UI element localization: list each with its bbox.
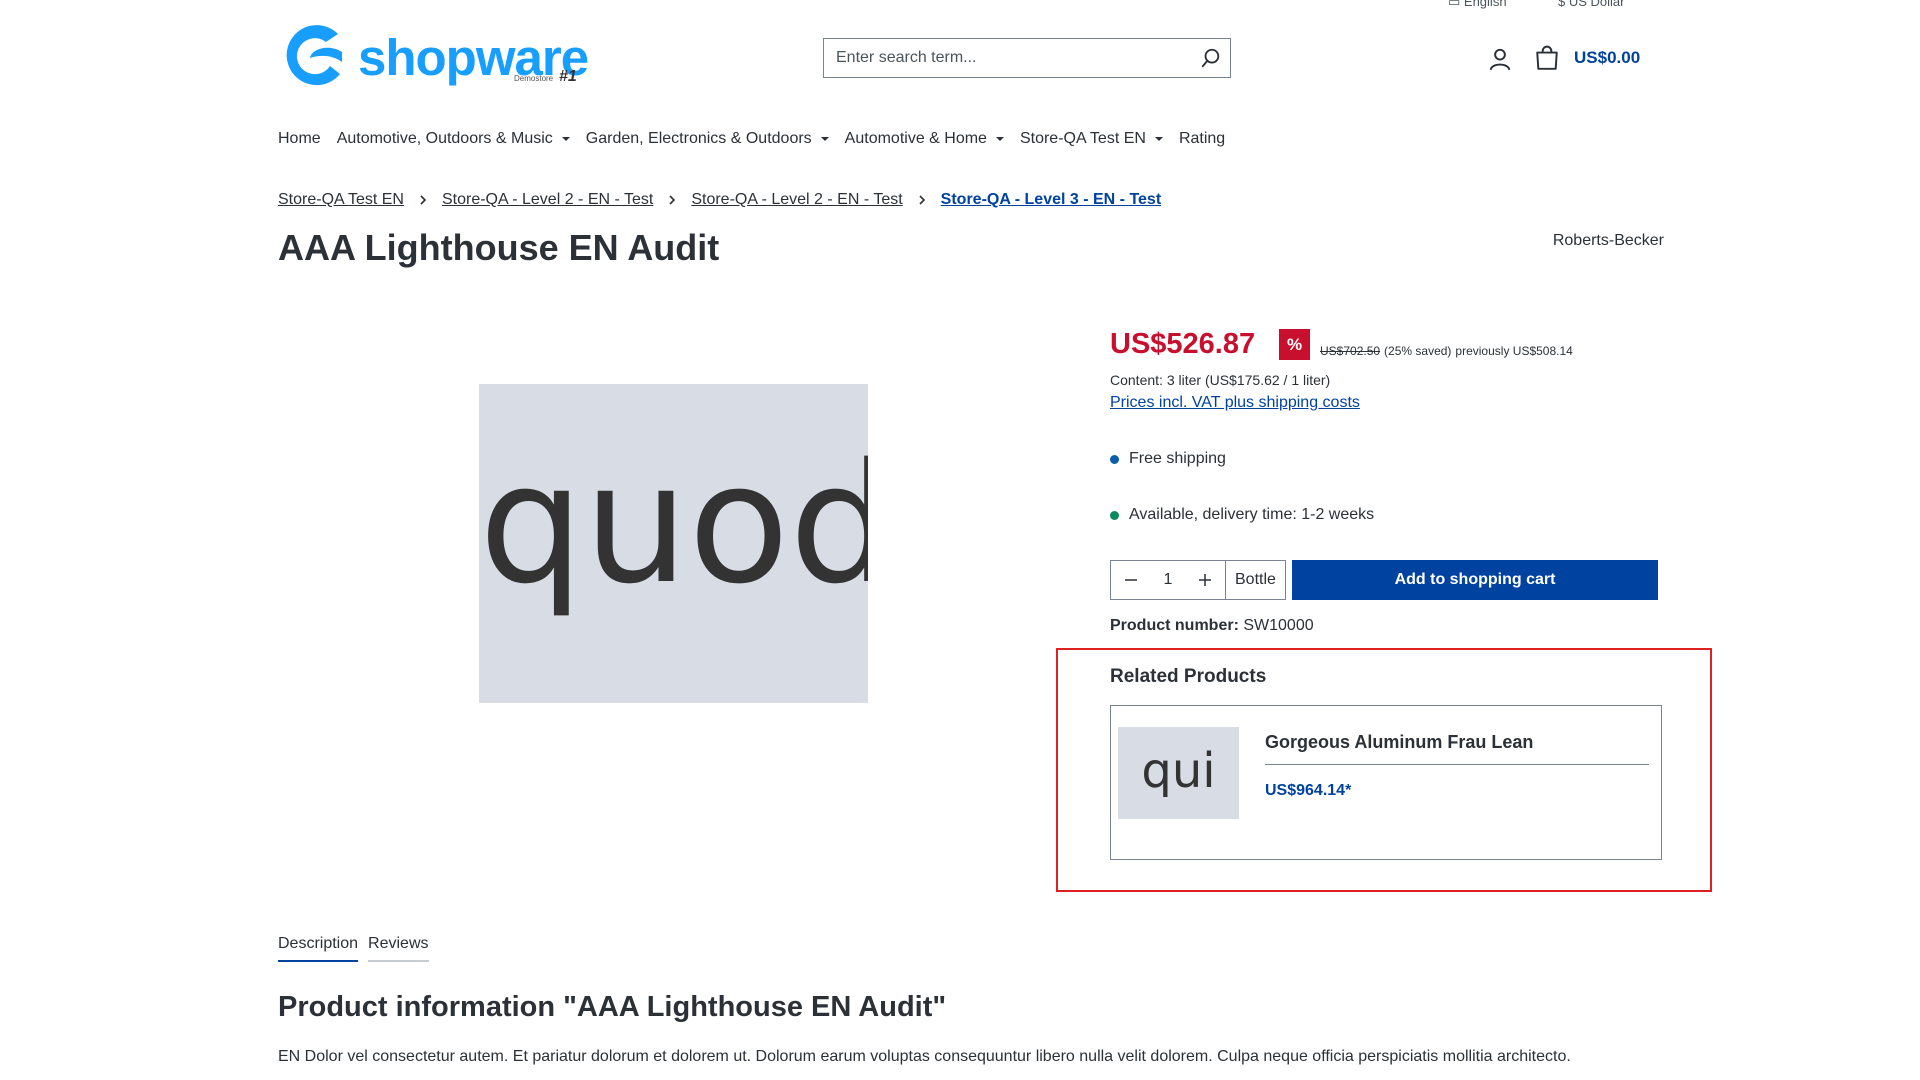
- chevron-right-icon: [669, 195, 676, 205]
- caret-down-icon: [995, 137, 1004, 141]
- chevron-right-icon: [919, 195, 925, 205]
- nav-label: Garden, Electronics & Outdoors: [585, 130, 812, 147]
- currency-selector[interactable]: $ US Dollar: [1558, 0, 1624, 9]
- breadcrumb-link[interactable]: Store-QA - Level 2 - EN - Test: [691, 191, 902, 209]
- content-info: Content: 3 liter (US$175.62 / 1 liter): [1110, 372, 1331, 388]
- account-icon[interactable]: [1487, 46, 1513, 72]
- search-icon[interactable]: [1200, 47, 1222, 69]
- product-number-label: Product number:: [1110, 617, 1239, 634]
- currency-icon: $: [1558, 0, 1569, 9]
- quantity-input[interactable]: [1151, 561, 1185, 599]
- currency-label: US Dollar: [1568, 0, 1625, 9]
- shipping-dot-icon: [1110, 454, 1119, 464]
- free-shipping-info: Free shipping: [1110, 450, 1226, 468]
- vat-shipping-link[interactable]: Prices incl. VAT plus shipping costs: [1110, 394, 1360, 412]
- nav-label: Automotive & Home: [844, 130, 987, 147]
- product-price: US$526.87: [1110, 328, 1256, 360]
- nav-item-automotive-home[interactable]: Automotive & Home: [845, 130, 1004, 148]
- language-selector[interactable]: ▭ English: [1448, 0, 1507, 10]
- nav-item-rating[interactable]: Rating: [1179, 130, 1225, 148]
- logo-subtitle: Demostore: [514, 74, 554, 83]
- related-product-name[interactable]: Gorgeous Aluminum Frau Lean: [1265, 732, 1533, 753]
- shopping-bag-icon: [1536, 45, 1558, 70]
- related-product-card[interactable]: qui Gorgeous Aluminum Frau Lean US$964.1…: [1110, 705, 1662, 860]
- tab-reviews[interactable]: Reviews: [368, 935, 429, 962]
- product-image[interactable]: quod: [479, 384, 868, 703]
- nav-item-home[interactable]: Home: [278, 130, 321, 148]
- breadcrumb-link[interactable]: Store-QA - Level 2 - EN - Test: [442, 191, 653, 209]
- delivery-label: Available, delivery time: 1-2 weeks: [1129, 506, 1375, 523]
- logo-number: #1: [559, 68, 577, 85]
- related-products-title: Related Products: [1110, 666, 1267, 687]
- nav-label: Home: [278, 130, 321, 147]
- search-box: [823, 38, 1231, 78]
- product-number-value: SW10000: [1243, 617, 1314, 634]
- related-product-price: US$964.14*: [1265, 782, 1352, 799]
- main-navigation: Home Automotive, Outdoors & Music Garden…: [278, 130, 1241, 148]
- increase-quantity-button[interactable]: [1185, 561, 1225, 599]
- related-product-image[interactable]: qui: [1118, 727, 1239, 819]
- nav-label: Automotive, Outdoors & Music: [336, 130, 553, 147]
- decrease-quantity-button[interactable]: [1111, 561, 1151, 599]
- breadcrumb-link[interactable]: Store-QA Test EN: [278, 191, 404, 209]
- divider: [1265, 764, 1649, 765]
- shopware-logo-icon: [286, 25, 342, 86]
- product-number: Product number: SW10000: [1110, 617, 1314, 635]
- shop-logo[interactable]: shopware Demostore #1: [282, 20, 589, 90]
- nav-label: Store-QA Test EN: [1019, 130, 1146, 147]
- list-price: US$702.50: [1320, 344, 1381, 358]
- available-dot-icon: [1110, 510, 1119, 520]
- caret-down-icon: [561, 137, 570, 141]
- product-image-text: quod: [479, 428, 868, 620]
- tab-description[interactable]: Description: [278, 935, 359, 962]
- discount-badge: %: [1279, 329, 1310, 360]
- plus-icon: [1199, 574, 1211, 586]
- product-tabs: Description Reviews: [278, 935, 429, 962]
- saved-percent: (25% saved): [1384, 344, 1452, 358]
- chevron-right-icon: [420, 195, 427, 205]
- quantity-unit: Bottle: [1225, 561, 1285, 599]
- quantity-stepper: Bottle: [1110, 560, 1286, 600]
- minus-icon: [1125, 579, 1137, 581]
- nav-item-automotive-outdoors-music[interactable]: Automotive, Outdoors & Music: [337, 130, 570, 148]
- breadcrumb-current[interactable]: Store-QA - Level 3 - EN - Test: [941, 191, 1161, 209]
- search-input[interactable]: [824, 39, 1184, 77]
- free-shipping-label: Free shipping: [1129, 450, 1226, 467]
- manufacturer-name[interactable]: Roberts-Becker: [1553, 232, 1664, 250]
- nav-item-store-qa-test[interactable]: Store-QA Test EN: [1020, 130, 1163, 148]
- breadcrumb: Store-QA Test EN Store-QA - Level 2 - EN…: [278, 191, 1161, 209]
- nav-item-garden-electronics-outdoors[interactable]: Garden, Electronics & Outdoors: [586, 130, 829, 148]
- language-label: English: [1463, 0, 1507, 9]
- flag-icon: ▭: [1448, 0, 1464, 9]
- cart-button[interactable]: US$0.00: [1534, 44, 1640, 72]
- previous-price: previously US$508.14: [1455, 344, 1573, 358]
- price-reference: US$702.50 (25% saved) previously US$508.…: [1320, 344, 1573, 358]
- product-info-title: Product information "AAA Lighthouse EN A…: [278, 991, 947, 1023]
- related-product-image-text: qui: [1141, 743, 1216, 799]
- caret-down-icon: [820, 137, 829, 141]
- product-title: AAA Lighthouse EN Audit: [278, 227, 720, 268]
- delivery-info: Available, delivery time: 1-2 weeks: [1110, 506, 1374, 524]
- product-description-text: EN Dolor vel consectetur autem. Et paria…: [278, 1048, 1571, 1065]
- nav-label: Rating: [1178, 130, 1226, 147]
- logo-wordmark: shopware: [358, 29, 589, 86]
- caret-down-icon: [1154, 137, 1163, 141]
- cart-total: US$0.00: [1574, 48, 1641, 67]
- add-to-cart-button[interactable]: Add to shopping cart: [1292, 560, 1658, 600]
